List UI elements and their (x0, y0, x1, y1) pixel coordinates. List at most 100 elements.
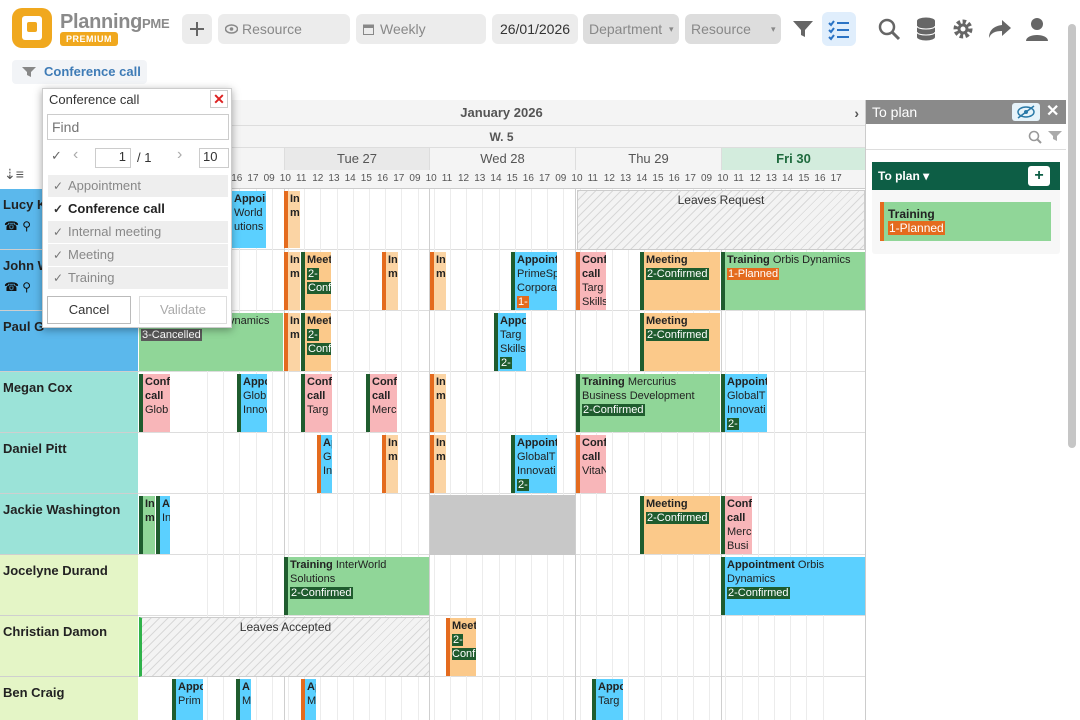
date-input[interactable]: 26/01/2026 (492, 14, 578, 44)
event-appointment[interactable]: AIn (156, 496, 170, 554)
task-list-button[interactable] (822, 12, 856, 46)
hour-gridline (612, 189, 613, 720)
vertical-scrollbar[interactable] (1068, 24, 1076, 448)
hours-row: 15 16 17 09 10 11 12 13 14 15 16 17 09 10 11 12 13 14 15 16… (138, 170, 865, 189)
search-icon[interactable] (1028, 130, 1042, 144)
eye-icon (225, 24, 238, 34)
day-header-wed[interactable]: Wed 28 (429, 148, 575, 170)
event-appointment[interactable]: Appo Targ Skills 2- (494, 313, 526, 371)
event-appointment[interactable]: AppoTarg (592, 679, 623, 720)
event-conference-call[interactable]: Conf call Targ (301, 374, 332, 432)
event-conference-call[interactable]: Conf callVitaN (576, 435, 606, 493)
resource-row-label[interactable]: Daniel Pitt (0, 433, 138, 494)
event-appointment[interactable]: AppointmeWorldutions (228, 191, 266, 248)
event-meeting[interactable]: Meet2-Conf (446, 618, 476, 676)
event-meeting[interactable]: Meet2-Conf (301, 252, 331, 310)
resource-select[interactable]: Resource ▾ (685, 14, 781, 44)
dropdown-title: Conference call (49, 92, 140, 107)
dropdown-option-meeting[interactable]: ✓ Meeting (48, 244, 228, 266)
resource-row-label[interactable]: Christian Damon (0, 616, 138, 677)
close-icon[interactable]: ✕ (1046, 100, 1059, 124)
to-plan-training-card[interactable]: Training 1-Planned (880, 202, 1051, 241)
event-internal-meeting[interactable]: In m (430, 435, 446, 493)
filter-button[interactable] (786, 12, 820, 46)
filter-icon[interactable] (1048, 130, 1062, 143)
week-header: W. 5 (138, 126, 865, 148)
hide-eye-icon[interactable] (1012, 103, 1040, 121)
resource-row-lane[interactable] (138, 433, 865, 494)
day-header-fri[interactable]: Fri 30 (721, 148, 865, 170)
prev-page-icon[interactable]: ‹ (73, 146, 78, 164)
event-internal-meeting[interactable]: In m (430, 252, 446, 310)
settings-button[interactable] (946, 12, 980, 46)
sort-icon[interactable]: ⇣≡ (4, 166, 24, 183)
event-conference-call[interactable]: Conf call Glob (139, 374, 170, 432)
dropdown-option-internal-meeting[interactable]: ✓ Internal meeting (48, 221, 228, 243)
next-page-icon[interactable]: › (177, 146, 182, 164)
event-appointment[interactable]: Appoint GlobalT Innovati 2- (721, 374, 767, 432)
add-button[interactable] (180, 12, 214, 46)
event-internal-meeting[interactable]: In m (430, 374, 446, 432)
event-meeting[interactable]: Meet2-Conf (301, 313, 331, 371)
cancel-button[interactable]: Cancel (47, 296, 131, 324)
validate-button[interactable]: Validate (139, 296, 227, 324)
page-input[interactable]: 1 (95, 148, 131, 168)
to-plan-section-header[interactable]: To plan ▾ + (872, 162, 1060, 190)
close-dropdown-button[interactable]: ✕ (210, 90, 228, 108)
event-appointment[interactable]: AppoPrim (172, 679, 203, 720)
resource-row-label[interactable]: Jackie Washington (0, 494, 138, 555)
event-appointment[interactable]: Appoint GlobalT Innovati 2- (511, 435, 557, 493)
select-all-icon[interactable]: ✓ (51, 148, 62, 164)
event-appointment[interactable]: ApM (301, 679, 316, 720)
dropdown-option-training[interactable]: ✓ Training (48, 267, 228, 289)
event-internal-meeting[interactable]: In m (139, 496, 155, 554)
event-internal-meeting[interactable]: In m (284, 252, 300, 310)
event-internal-meeting[interactable]: In m (382, 252, 398, 310)
contact-icons[interactable]: ☎ ⚲ (4, 219, 31, 233)
event-meeting[interactable]: Meeting 2-Confirmed (640, 496, 720, 554)
leave-request-block[interactable]: Leaves Request (577, 190, 865, 250)
user-account-button[interactable] (1020, 12, 1054, 46)
day-header-tue[interactable]: Tue 27 (284, 148, 429, 170)
search-button[interactable] (872, 12, 906, 46)
event-appointment[interactable]: Appoint PrimeSp Corpora 1- (511, 252, 557, 310)
leave-accepted-block[interactable]: Leaves Accepted (139, 617, 430, 677)
event-internal-meeting[interactable]: In m (284, 313, 300, 371)
event-training[interactable]: Training InterWorld Solutions 2-Confirmed (284, 557, 429, 615)
dropdown-option-conference-call[interactable]: ✓ Conference call (48, 198, 228, 220)
to-plan-search[interactable] (866, 124, 1066, 150)
event-internal-meeting[interactable]: In m (284, 191, 300, 248)
active-filter-chip[interactable]: Conference call (12, 60, 147, 84)
share-button[interactable] (983, 12, 1017, 46)
event-conference-call[interactable]: Conf call Targ Skills (576, 252, 606, 310)
dropdown-option-appointment[interactable]: ✓ Appointment (48, 175, 228, 197)
per-page-input[interactable]: 10 (199, 148, 229, 168)
event-internal-meeting[interactable]: In m (382, 435, 398, 493)
event-appointment[interactable]: Appointment Orbis Dynamics 2-Confirmed (721, 557, 865, 615)
find-input[interactable] (47, 114, 229, 140)
event-meeting[interactable]: Meeting 2-Confirmed (640, 313, 720, 371)
resource-row-label[interactable]: Megan Cox (0, 372, 138, 433)
calendar-icon (363, 24, 374, 35)
event-appointment[interactable]: AM (236, 679, 251, 720)
event-training[interactable]: Training Mercurius Business Development 2… (576, 374, 720, 432)
event-appointment[interactable]: ApGIn (317, 435, 332, 493)
event-conference-call[interactable]: Conf call Merc (366, 374, 397, 432)
view-select[interactable]: Weekly (356, 14, 486, 44)
resource-search-input[interactable]: Resource (218, 14, 350, 44)
contact-icons[interactable]: ☎ ⚲ (4, 280, 31, 294)
event-training[interactable]: Training Orbis Dynamics 1-Planned (721, 252, 865, 310)
app-logo[interactable] (12, 8, 52, 48)
department-select[interactable]: Department ▾ (583, 14, 679, 44)
event-appointment[interactable]: AppoGlobInnov (237, 374, 267, 432)
share-icon (989, 20, 1011, 38)
resource-row-label[interactable]: Ben Craig (0, 677, 138, 720)
resource-row-label[interactable]: Jocelyne Durand (0, 555, 138, 616)
event-meeting[interactable]: Meeting 2-Confirmed (640, 252, 720, 310)
event-conference-call[interactable]: Conf call Merc Busi (721, 496, 752, 554)
add-icon[interactable]: + (1028, 166, 1050, 186)
database-button[interactable] (909, 12, 943, 46)
next-arrow-icon[interactable]: › (854, 100, 859, 126)
hour-label: 14 (636, 173, 648, 184)
day-header-thu[interactable]: Thu 29 (575, 148, 721, 170)
